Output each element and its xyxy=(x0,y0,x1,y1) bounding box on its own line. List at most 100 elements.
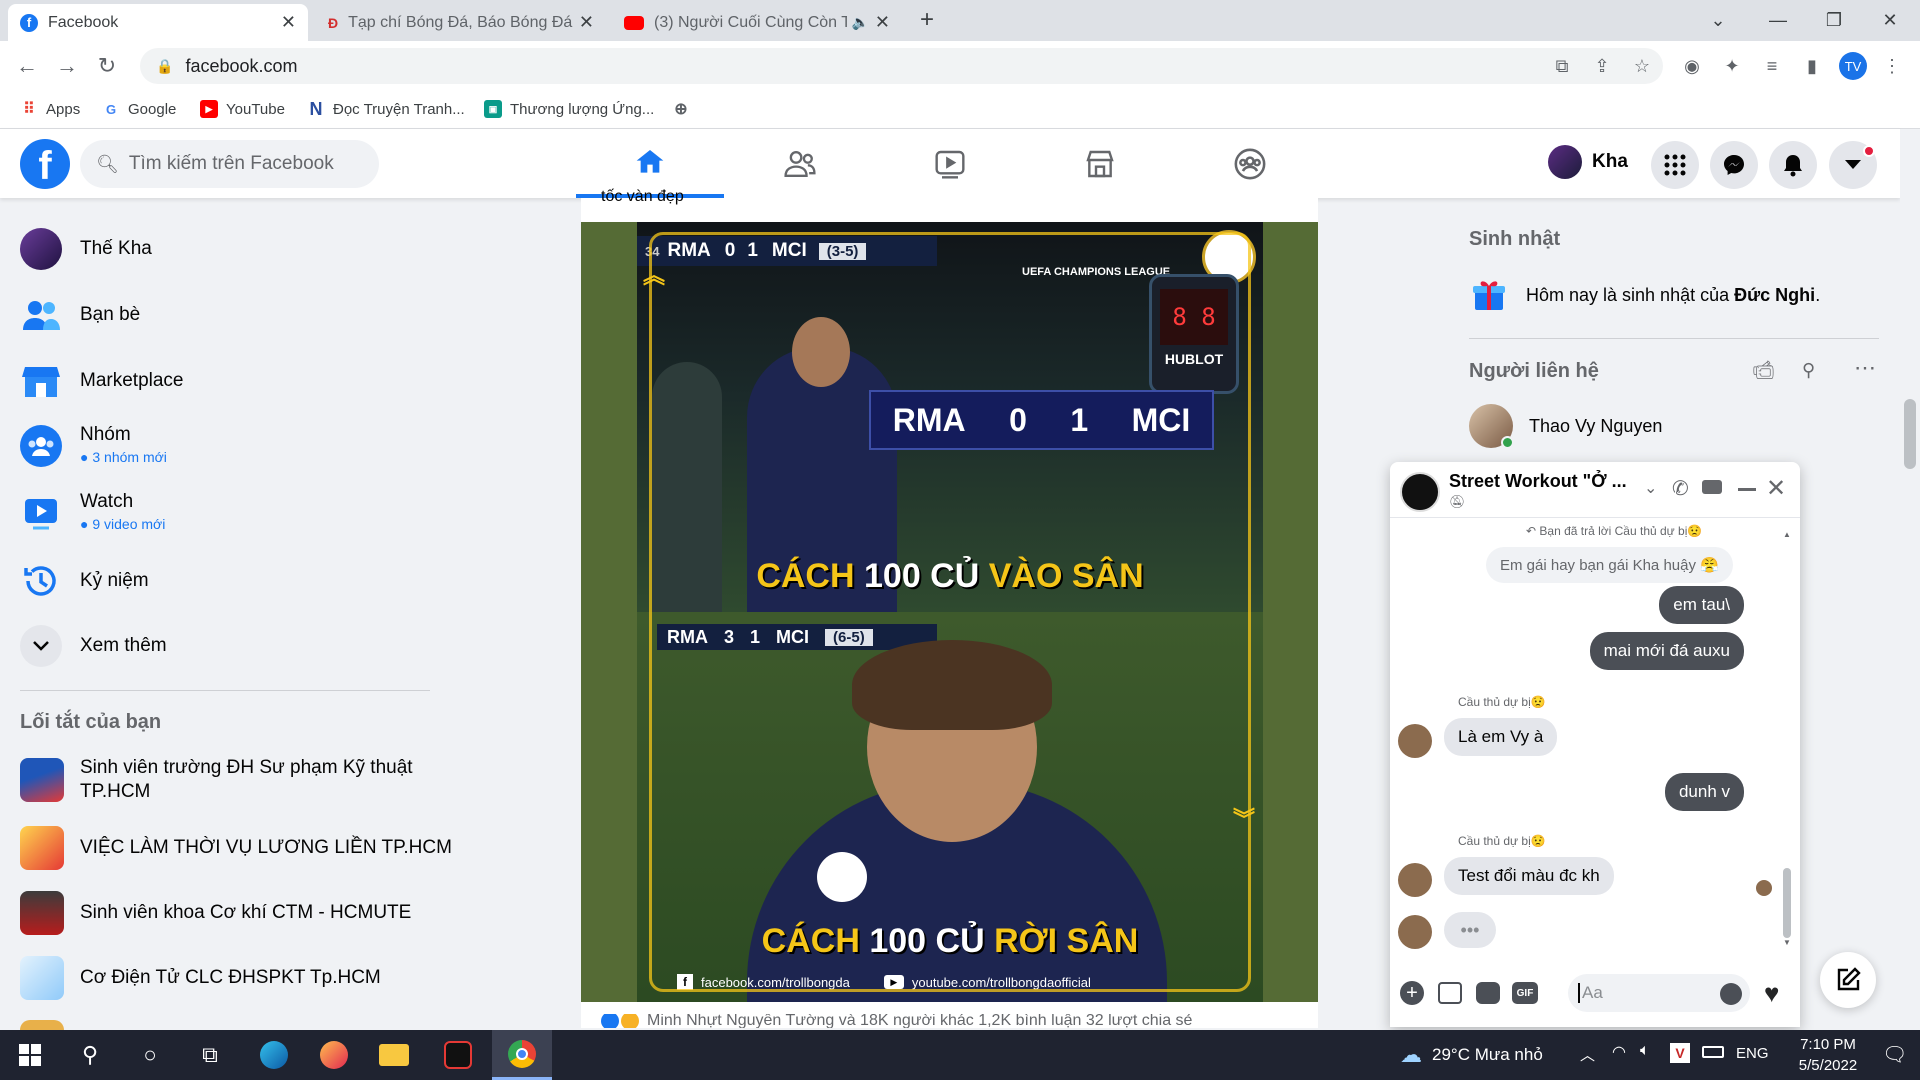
contact-item[interactable]: Thao Vy Nguyen xyxy=(1469,404,1662,449)
chat-title[interactable]: Street Workout "Ở ... xyxy=(1449,471,1627,492)
share-icon[interactable]: ⇪ xyxy=(1588,52,1616,80)
close-tab-icon[interactable]: ✕ xyxy=(281,12,296,33)
windows-start-icon[interactable] xyxy=(0,1030,60,1080)
profile-avatar[interactable]: TV xyxy=(1839,52,1867,80)
battery-icon[interactable] xyxy=(1702,1046,1724,1058)
bookmark-truyen[interactable]: N Đọc Truyện Tranh... xyxy=(307,99,465,119)
shortcut-codientu[interactable]: Cơ Điện Tử CLC ĐHSPKT Tp.HCM xyxy=(20,956,381,1000)
bookmark-thuongluong[interactable]: ▣ Thương lượng Ứng... xyxy=(484,100,654,118)
message-bubble[interactable]: Test đổi màu đc kh xyxy=(1444,857,1614,895)
new-tab-icon[interactable]: + xyxy=(920,6,934,34)
nav-groups-icon[interactable] xyxy=(1176,129,1324,198)
close-window-icon[interactable]: ✕ xyxy=(1862,0,1918,41)
media-control-icon[interactable]: ≡ xyxy=(1758,52,1786,80)
avatar[interactable] xyxy=(1400,472,1440,512)
menu-grid-icon[interactable] xyxy=(1651,141,1699,189)
sidebar-item-profile[interactable]: Thế Kha xyxy=(20,228,152,270)
messenger-icon[interactable] xyxy=(1710,141,1758,189)
new-message-button[interactable] xyxy=(1820,952,1876,1008)
profile-shortcut[interactable]: Kha xyxy=(1548,145,1628,179)
post-reactions-row[interactable]: Minh Nhựt Nguyễn Tường và 18K người khác… xyxy=(601,1014,1301,1028)
emoji-icon[interactable] xyxy=(1720,983,1742,1005)
gif-icon[interactable]: GIF xyxy=(1512,982,1538,1004)
forward-icon[interactable]: → xyxy=(50,49,84,83)
maximize-icon[interactable]: ❐ xyxy=(1806,0,1862,41)
sidebar-item-friends[interactable]: Bạn bè xyxy=(20,294,140,336)
message-bubble[interactable]: Là em Vy à xyxy=(1444,718,1558,756)
video-call-icon[interactable]: 📹︎ xyxy=(1752,360,1775,381)
chat-scrollbar[interactable]: ▲ ▼ xyxy=(1783,530,1791,950)
shortcut-cokhi[interactable]: Sinh viên khoa Cơ khí CTM - HCMUTE xyxy=(20,891,411,935)
quoted-message[interactable]: Em gái hay bạn gái Kha huậy 😤 xyxy=(1486,547,1733,583)
task-view-icon[interactable]: ⧉ xyxy=(180,1030,240,1080)
vietkey-icon[interactable]: V xyxy=(1670,1043,1690,1063)
shortcut-spkt[interactable]: Sinh viên trường ĐH Sư phạm Kỹ thuật TP.… xyxy=(20,756,420,804)
post-image[interactable]: 34 RMA 0 1 MCI (3-5) UEFA CHAMPIONS LEAG… xyxy=(581,222,1318,1002)
language-indicator[interactable]: ENG xyxy=(1736,1045,1769,1062)
clock[interactable]: 7:10 PM 5/5/2022 xyxy=(1786,1034,1870,1076)
tab-youtube[interactable]: (3) Người Cuối Cùng Còn Th 🔈 ✕ xyxy=(612,4,902,41)
side-panel-icon[interactable]: ▮ xyxy=(1798,52,1826,80)
extensions-puzzle-icon[interactable]: ✦ xyxy=(1718,52,1746,80)
cortana-icon[interactable]: ○ xyxy=(120,1030,180,1080)
tab-search-icon[interactable]: ⌄ xyxy=(1690,0,1746,41)
tab-bongda[interactable]: Đ Tạp chí Bóng Đá, Báo Bóng Đá, K ✕ xyxy=(316,4,606,41)
message-bubble[interactable]: em tau\ xyxy=(1659,586,1744,624)
close-tab-icon[interactable]: ✕ xyxy=(579,12,594,33)
sidebar-item-memories[interactable]: Kỷ niệm xyxy=(20,560,149,602)
message-bubble[interactable]: mai mới đá auxu xyxy=(1589,632,1744,670)
birthday-row[interactable]: Hôm nay là sinh nhật của Đức Nghi. xyxy=(1472,278,1820,312)
nav-watch-icon[interactable] xyxy=(876,129,1024,198)
firefox-icon[interactable] xyxy=(304,1030,364,1080)
sidebar-item-marketplace[interactable]: Marketplace xyxy=(20,360,184,402)
volume-icon[interactable]: 🔈︎ xyxy=(1640,1042,1650,1060)
tab-facebook[interactable]: f Facebook ✕ xyxy=(8,4,308,41)
chevron-down-icon[interactable]: ⌄ xyxy=(1644,478,1657,498)
message-bubble[interactable]: dunh v xyxy=(1664,773,1744,811)
bookmark-apps[interactable]: ⠿ Apps xyxy=(20,100,80,119)
extension-globe-icon[interactable]: ◉ xyxy=(1678,52,1706,80)
facebook-logo-icon[interactable]: f xyxy=(20,139,70,189)
shortcut-vieclam[interactable]: VIỆC LÀM THỜI VỤ LƯƠNG LIỀN TP.HCM xyxy=(20,826,452,870)
address-bar[interactable]: 🔒 facebook.com xyxy=(140,48,1663,84)
add-plus-icon[interactable]: + xyxy=(1400,981,1424,1005)
edge-icon[interactable] xyxy=(244,1030,304,1080)
wifi-icon[interactable]: ◠ xyxy=(1612,1042,1626,1062)
photo-icon[interactable] xyxy=(1438,982,1462,1004)
video-call-icon[interactable] xyxy=(1702,480,1722,494)
file-explorer-icon[interactable] xyxy=(364,1030,424,1080)
sidebar-item-groups[interactable]: Nhóm ● 3 nhóm mới xyxy=(20,424,167,468)
page-scrollbar[interactable] xyxy=(1900,129,1920,1030)
sidebar-item-watch[interactable]: Watch ● 9 video mới xyxy=(20,491,165,535)
globe-icon[interactable]: ⊕ xyxy=(672,100,698,118)
sticker-icon[interactable] xyxy=(1476,982,1500,1004)
heart-icon[interactable]: ♥ xyxy=(1764,978,1779,1009)
garena-icon[interactable] xyxy=(428,1030,488,1080)
reload-icon[interactable]: ↻ xyxy=(90,49,124,83)
chrome-icon[interactable] xyxy=(492,1030,552,1080)
weather-widget[interactable]: ☁ 29°C Mưa nhỏ xyxy=(1400,1030,1543,1080)
avatar[interactable] xyxy=(1398,724,1432,758)
close-tab-icon[interactable]: ✕ xyxy=(875,12,890,33)
notifications-bell-icon[interactable] xyxy=(1769,141,1817,189)
account-menu-chevron-icon[interactable] xyxy=(1829,141,1877,189)
nav-friends-icon[interactable] xyxy=(726,129,874,198)
show-hidden-icons-icon[interactable]: ︿ xyxy=(1580,1044,1595,1065)
facebook-search-input[interactable]: 🔍︎ Tìm kiếm trên Facebook xyxy=(80,140,379,188)
more-options-icon[interactable]: ⋯ xyxy=(1854,355,1876,381)
speaker-icon[interactable]: 🔈 xyxy=(851,14,868,31)
message-input[interactable]: Aa xyxy=(1568,974,1750,1012)
nav-marketplace-icon[interactable] xyxy=(1026,129,1174,198)
search-icon[interactable]: ⚲ xyxy=(60,1030,120,1080)
search-contacts-icon[interactable]: ⚲ xyxy=(1802,360,1815,381)
chrome-menu-icon[interactable]: ⋮ xyxy=(1878,52,1906,80)
phone-call-icon[interactable]: ✆ xyxy=(1672,476,1689,501)
sidebar-see-more[interactable]: Xem thêm xyxy=(20,625,167,667)
back-icon[interactable]: ← xyxy=(10,49,44,83)
notification-center-icon[interactable]: 🗨︎ xyxy=(1882,1042,1907,1067)
translate-icon[interactable]: ⧉ xyxy=(1548,52,1576,80)
avatar[interactable] xyxy=(1398,863,1432,897)
bookmark-youtube[interactable]: ▶ YouTube xyxy=(200,100,285,118)
close-chat-icon[interactable]: ✕ xyxy=(1766,474,1786,503)
minimize-icon[interactable]: — xyxy=(1750,0,1806,41)
